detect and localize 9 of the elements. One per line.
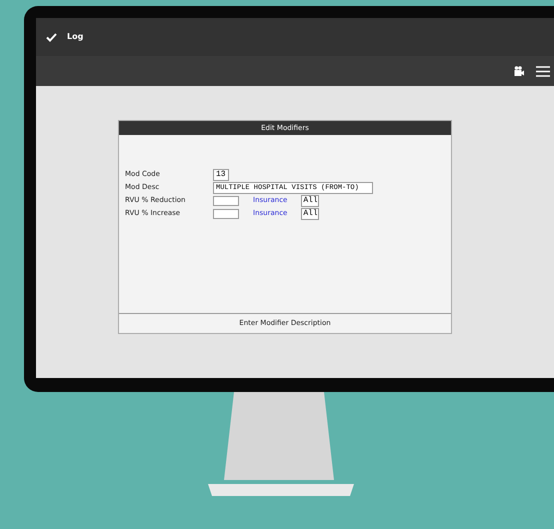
code-field[interactable]: 13 xyxy=(213,168,229,180)
insurance-select[interactable]: All xyxy=(301,208,320,220)
app-title: Log xyxy=(67,31,84,43)
percent-field[interactable] xyxy=(213,208,239,218)
insurance-select[interactable]: All xyxy=(301,194,320,206)
percent-field[interactable] xyxy=(213,196,239,206)
video-camera-icon[interactable] xyxy=(514,66,524,76)
check-icon[interactable] xyxy=(46,32,57,42)
menu-icon[interactable] xyxy=(536,66,550,76)
